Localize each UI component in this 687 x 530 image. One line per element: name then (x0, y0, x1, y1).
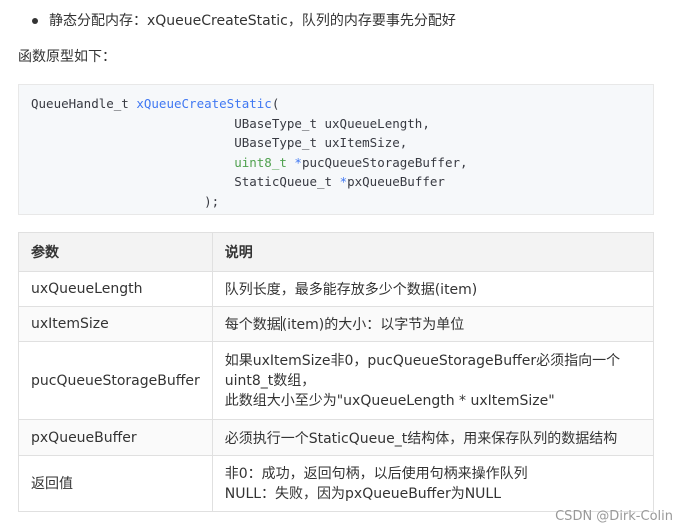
bullet-text: 静态分配内存：xQueueCreateStatic，队列的内存要事先分配好 (49, 13, 456, 29)
code-line-4: uint8_t *pucQueueStorageBuffer, (234, 154, 468, 170)
code-line-2: UBaseType_t uxQueueLength, (31, 115, 430, 131)
param-cell: uxItemSize (18, 306, 213, 342)
code-line-1: QueueHandle_t xQueueCreateStatic( (31, 96, 280, 111)
table-row: pxQueueBuffer 必须执行一个StaticQueue_t结构体，用来保… (18, 419, 655, 456)
intro-paragraph: 函数原型如下： (18, 49, 116, 65)
param-cell: pxQueueBuffer (18, 419, 213, 456)
table-header-row: 参数 说明 (18, 232, 655, 272)
header-desc: 说明 (211, 232, 655, 272)
code-line-3: UBaseType_t uxItemSize, (31, 135, 408, 150)
table-row: uxQueueLength 队列长度，最多能存放多少个数据(item) (18, 271, 655, 307)
desc-cell: 每个数据(item)的大小：以字节为单位 (211, 306, 655, 342)
code-line-5: StaticQueue_t *pxQueueBuffer (31, 174, 445, 189)
table-row: 返回值 非0：成功，返回句柄，以后使用句柄来操作队列 NULL：失败，因为pxQ… (18, 455, 655, 512)
parameter-table: 参数 说明 uxQueueLength 队列长度，最多能存放多少个数据(item… (18, 232, 655, 512)
watermark: CSDN @Dirk-Colin (555, 509, 673, 524)
bullet-item: 静态分配内存：xQueueCreateStatic，队列的内存要事先分配好 (32, 10, 456, 32)
desc-cell: 队列长度，最多能存放多少个数据(item) (211, 271, 655, 307)
desc-cell: 如果uxItemSize非0，pucQueueStorageBuffer必须指向… (211, 341, 655, 420)
header-param: 参数 (18, 232, 213, 272)
bullet-dot-icon (32, 18, 38, 24)
param-cell: 返回值 (18, 455, 213, 512)
table-row: pucQueueStorageBuffer 如果uxItemSize非0，puc… (18, 341, 655, 420)
param-cell: pucQueueStorageBuffer (18, 341, 213, 420)
code-block[interactable]: QueueHandle_t xQueueCreateStatic( UBaseT… (18, 84, 654, 215)
table-row: uxItemSize 每个数据(item)的大小：以字节为单位 (18, 306, 655, 342)
code-line-6: ); (31, 193, 220, 209)
param-cell: uxQueueLength (18, 271, 213, 307)
desc-cell: 必须执行一个StaticQueue_t结构体，用来保存队列的数据结构 (211, 419, 655, 456)
desc-cell: 非0：成功，返回句柄，以后使用句柄来操作队列 NULL：失败，因为pxQueue… (211, 455, 655, 512)
